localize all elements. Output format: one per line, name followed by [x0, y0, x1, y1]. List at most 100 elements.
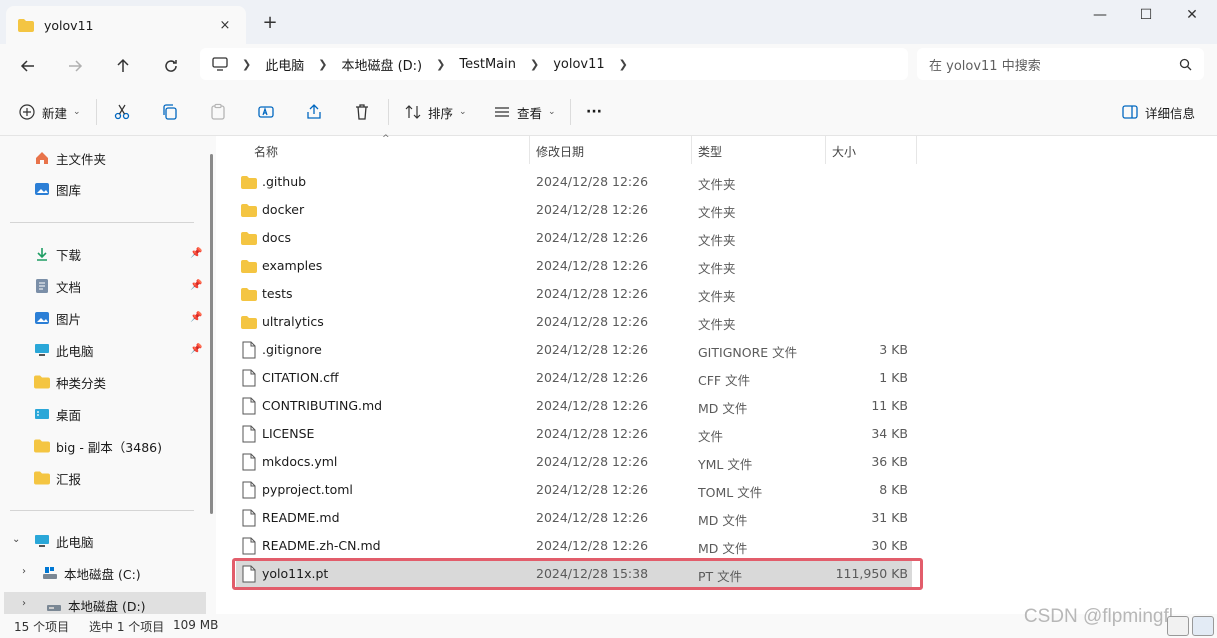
breadcrumb-drive-d[interactable]: 本地磁盘 (D:): [341, 55, 422, 74]
column-header-size[interactable]: 大小: [832, 143, 856, 160]
chevron-right-icon[interactable]: ›: [22, 566, 26, 577]
sidebar-item-gallery[interactable]: 图库: [0, 176, 206, 202]
new-button[interactable]: 新建 ⌄: [18, 101, 81, 123]
pin-icon[interactable]: 📌: [190, 280, 202, 292]
file-row[interactable]: docker 2024/12/28 12:26 文件夹: [236, 196, 912, 224]
sidebar-item-label: 本地磁盘 (C:): [64, 566, 141, 582]
column-divider[interactable]: [691, 136, 692, 164]
home-icon: [36, 152, 48, 164]
column-divider[interactable]: [529, 136, 530, 164]
file-size: 1 KB: [879, 370, 908, 385]
delete-button[interactable]: [353, 101, 371, 123]
file-icon: [242, 397, 256, 415]
file-row[interactable]: ultralytics 2024/12/28 12:26 文件夹: [236, 308, 912, 336]
new-tab-button[interactable]: +: [258, 12, 282, 36]
file-row[interactable]: examples 2024/12/28 12:26 文件夹: [236, 252, 912, 280]
new-label: 新建: [42, 105, 68, 121]
file-icon: [242, 509, 256, 527]
refresh-button[interactable]: [155, 52, 187, 80]
column-divider[interactable]: [825, 136, 826, 164]
file-name: README.zh-CN.md: [262, 538, 381, 553]
sidebar-item-label: 主文件夹: [56, 151, 107, 167]
computer-icon: [35, 344, 49, 356]
file-row[interactable]: .gitignore 2024/12/28 12:26 GITIGNORE 文件 3 …: [236, 336, 912, 364]
sort-label: 排序: [428, 105, 454, 121]
column-divider[interactable]: [916, 136, 917, 164]
chevron-down-icon[interactable]: ⌄: [12, 534, 20, 545]
close-window-button[interactable]: ✕: [1169, 4, 1215, 28]
share-button[interactable]: [305, 101, 323, 123]
chevron-right-icon: ❯: [436, 57, 446, 71]
forward-button[interactable]: [59, 52, 91, 80]
details-view-toggle[interactable]: [1167, 616, 1189, 636]
file-row[interactable]: README.zh-CN.md 2024/12/28 12:26 MD 文件 30 K…: [236, 532, 912, 560]
paste-button[interactable]: [209, 101, 227, 123]
file-row[interactable]: mkdocs.yml 2024/12/28 12:26 YML 文件 36 KB: [236, 448, 912, 476]
sidebar-item-documents[interactable]: 文档 📌: [0, 273, 206, 299]
view-button[interactable]: 查看 ⌄: [493, 101, 556, 123]
item-count: 15 个项目: [14, 620, 70, 634]
chevron-right-icon[interactable]: ❯: [619, 58, 628, 71]
more-options-button[interactable]: ···: [586, 101, 602, 123]
tiles-view-toggle[interactable]: [1192, 616, 1214, 636]
monitor-icon: [212, 57, 228, 71]
sidebar-item-downloads[interactable]: 下载 📌: [0, 241, 206, 267]
folder-icon: [241, 316, 257, 329]
maximize-button[interactable]: ☐: [1123, 4, 1169, 28]
desktop-icon: [35, 409, 49, 419]
scissors-icon: [114, 104, 130, 120]
sidebar-item-this-pc-pinned[interactable]: 此电脑 📌: [0, 337, 206, 363]
file-date: 2024/12/28 12:26: [536, 174, 649, 189]
details-pane-button[interactable]: 详细信息: [1121, 101, 1195, 123]
pin-icon[interactable]: 📌: [190, 248, 202, 260]
file-icon: [242, 537, 256, 555]
chevron-right-icon[interactable]: ›: [22, 598, 26, 609]
file-row[interactable]: pyproject.toml 2024/12/28 12:26 TOML 文件 8 K…: [236, 476, 912, 504]
column-header-date[interactable]: 修改日期: [536, 143, 584, 160]
cut-button[interactable]: [113, 101, 131, 123]
breadcrumb-yolov11[interactable]: yolov11: [553, 57, 604, 72]
close-tab-icon[interactable]: ×: [216, 18, 234, 33]
picture-icon: [35, 312, 49, 324]
breadcrumb-testmain[interactable]: TestMain: [459, 57, 516, 72]
back-button[interactable]: [12, 52, 44, 80]
folder-icon: [241, 204, 257, 217]
sidebar-item-drive-c[interactable]: › 本地磁盘 (C:): [0, 560, 206, 586]
rename-button[interactable]: [257, 101, 275, 123]
sidebar-item-desktop[interactable]: 桌面: [0, 401, 206, 427]
up-button[interactable]: [107, 52, 139, 80]
sidebar-item-big-copy[interactable]: big - 副本（3486): [0, 433, 206, 459]
file-row[interactable]: tests 2024/12/28 12:26 文件夹: [236, 280, 912, 308]
file-name: ultralytics: [262, 314, 324, 329]
search-input[interactable]: 在 yolov11 中搜索: [917, 48, 1204, 80]
breadcrumb-this-pc[interactable]: 此电脑: [265, 55, 304, 74]
file-row[interactable]: README.md 2024/12/28 12:26 MD 文件 31 KB: [236, 504, 912, 532]
sidebar-item-label: big - 副本（3486): [56, 439, 162, 455]
file-row[interactable]: LICENSE 2024/12/28 12:26 文件 34 KB: [236, 420, 912, 448]
computer-icon: [35, 535, 49, 547]
file-row[interactable]: .github 2024/12/28 12:26 文件夹: [236, 168, 912, 196]
tab-yolov11[interactable]: yolov11 ×: [6, 6, 246, 44]
sidebar-item-label: 图库: [56, 182, 82, 198]
file-size: 34 KB: [871, 426, 908, 441]
file-row[interactable]: CONTRIBUTING.md 2024/12/28 12:26 MD 文件 11 K…: [236, 392, 912, 420]
sidebar-item-label: 本地磁盘 (D:): [68, 598, 146, 614]
address-bar[interactable]: ❯ 此电脑 ❯ 本地磁盘 (D:) ❯ TestMain ❯ yolov11 ❯: [200, 48, 908, 80]
copy-button[interactable]: [161, 101, 179, 123]
sidebar-item-home[interactable]: 主文件夹: [0, 145, 206, 171]
sidebar-item-report[interactable]: 汇报: [0, 465, 206, 491]
pin-icon[interactable]: 📌: [190, 344, 202, 356]
sidebar-scrollbar[interactable]: [210, 154, 213, 514]
sidebar-item-pictures[interactable]: 图片 📌: [0, 305, 206, 331]
column-header-name[interactable]: 名称: [254, 143, 278, 160]
file-row[interactable]: CITATION.cff 2024/12/28 12:26 CFF 文件 1 KB: [236, 364, 912, 392]
file-row[interactable]: docs 2024/12/28 12:26 文件夹: [236, 224, 912, 252]
column-header-type[interactable]: 类型: [698, 143, 722, 160]
sidebar-item-this-pc[interactable]: ⌄ 此电脑: [0, 528, 206, 554]
file-date: 2024/12/28 12:26: [536, 398, 649, 413]
sort-button[interactable]: 排序 ⌄: [404, 101, 467, 123]
pin-icon[interactable]: 📌: [190, 312, 202, 324]
sidebar-item-categories[interactable]: 种类分类: [0, 369, 206, 395]
minimize-button[interactable]: —: [1077, 4, 1123, 28]
sidebar-item-drive-d[interactable]: › 本地磁盘 (D:): [4, 592, 206, 614]
